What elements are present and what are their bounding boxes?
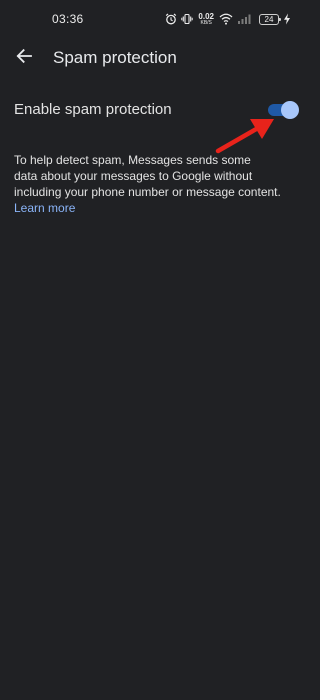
back-button[interactable]	[10, 44, 38, 72]
charging-icon	[283, 13, 291, 25]
spam-protection-setting[interactable]: Enable spam protection	[0, 92, 315, 128]
arrow-left-icon	[15, 47, 33, 70]
page-title: Spam protection	[53, 48, 177, 67]
learn-more-link[interactable]: Learn more	[14, 200, 75, 216]
status-bar: 03:36 0.02 KB/S 24	[0, 0, 315, 38]
battery-indicator: 24	[259, 13, 281, 25]
description: To help detect spam, Messages sends some…	[14, 152, 306, 216]
status-icons: 0.02 KB/S 24	[165, 11, 291, 27]
signal-icon	[237, 13, 253, 25]
description-line: including your phone number or message c…	[14, 185, 281, 199]
toggle-thumb	[281, 101, 299, 119]
net-speed-value: 0.02	[198, 11, 214, 21]
spam-protection-toggle[interactable]	[266, 99, 300, 121]
vibrate-icon	[181, 13, 194, 25]
alarm-icon	[165, 13, 177, 25]
wifi-icon	[219, 13, 233, 25]
net-speed: 0.02 KB/S	[198, 11, 214, 26]
app-bar: Spam protection	[0, 38, 315, 78]
net-speed-unit: KB/S	[200, 19, 212, 26]
status-time: 03:36	[52, 12, 84, 26]
description-line: data about your messages to Google witho…	[14, 169, 253, 183]
description-line: To help detect spam, Messages sends some	[14, 153, 251, 167]
setting-label: Enable spam protection	[14, 101, 172, 118]
